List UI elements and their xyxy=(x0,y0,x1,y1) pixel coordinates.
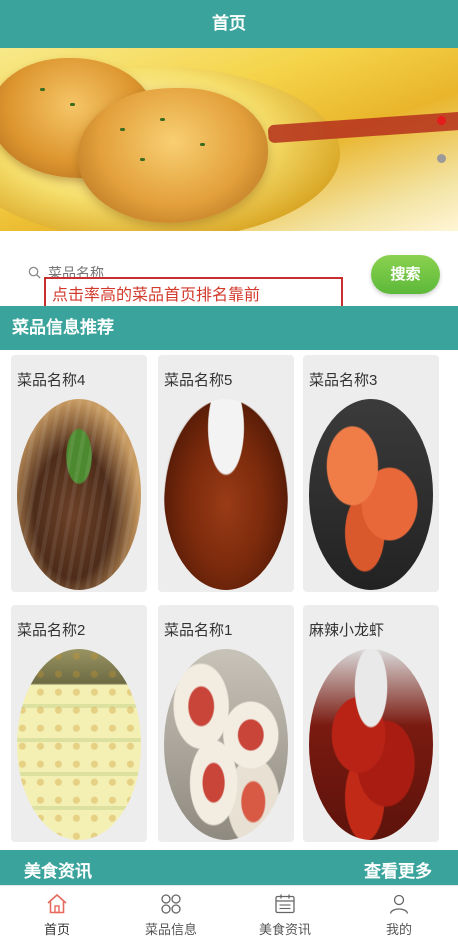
tab-profile[interactable]: 我的 xyxy=(342,886,456,940)
dish-image xyxy=(309,649,433,840)
dish-card[interactable]: 菜品名称4 xyxy=(11,355,147,592)
dish-card[interactable]: 菜品名称5 xyxy=(158,355,294,592)
tab-home[interactable]: 首页 xyxy=(0,886,114,940)
dish-image xyxy=(17,399,141,590)
recommend-grid: 菜品名称4 菜品名称5 菜品名称3 菜品名称2 菜品名称1 麻辣小龙虾 xyxy=(0,350,458,850)
herb-speck xyxy=(140,158,145,161)
dish-name: 菜品名称2 xyxy=(17,622,86,639)
tab-label: 美食资讯 xyxy=(258,922,311,937)
dish-name: 菜品名称4 xyxy=(17,372,86,389)
dish-card[interactable]: 菜品名称2 xyxy=(11,605,147,842)
bottom-tab-bar: 首页 菜品信息 美食资讯 我的 xyxy=(0,885,458,940)
carousel-dot-active[interactable] xyxy=(437,116,446,125)
tab-dishes[interactable]: 菜品信息 xyxy=(114,886,228,940)
herb-speck xyxy=(160,118,165,121)
dish-image xyxy=(17,649,141,840)
dish-image xyxy=(164,649,288,840)
tab-news[interactable]: 美食资讯 xyxy=(228,886,342,940)
dish-card[interactable]: 麻辣小龙虾 xyxy=(303,605,439,842)
search-icon xyxy=(28,266,41,279)
herb-speck xyxy=(40,88,45,91)
calendar-icon xyxy=(275,894,295,914)
dish-image xyxy=(164,399,288,590)
home-icon xyxy=(47,893,67,914)
dish-card[interactable]: 菜品名称1 xyxy=(158,605,294,842)
tab-label: 菜品信息 xyxy=(144,922,197,937)
dish-name: 菜品名称1 xyxy=(164,622,233,639)
tab-label: 我的 xyxy=(385,922,412,937)
herb-speck xyxy=(120,128,125,131)
tab-label: 首页 xyxy=(43,922,70,937)
page-title: 首页 xyxy=(0,0,458,48)
dish-name: 菜品名称5 xyxy=(164,372,233,389)
user-icon xyxy=(389,894,409,914)
carousel-dot[interactable] xyxy=(437,154,446,163)
dish-name: 菜品名称3 xyxy=(309,372,378,389)
grid-icon xyxy=(161,894,181,914)
dish-card[interactable]: 菜品名称3 xyxy=(303,355,439,592)
dish-name: 麻辣小龙虾 xyxy=(309,622,385,639)
search-button[interactable]: 搜索 xyxy=(371,255,440,294)
dish-image xyxy=(309,399,433,590)
recommend-section-title: 菜品信息推荐 xyxy=(0,306,458,350)
herb-speck xyxy=(70,103,75,106)
herb-speck xyxy=(200,143,205,146)
banner-carousel[interactable] xyxy=(0,48,458,231)
